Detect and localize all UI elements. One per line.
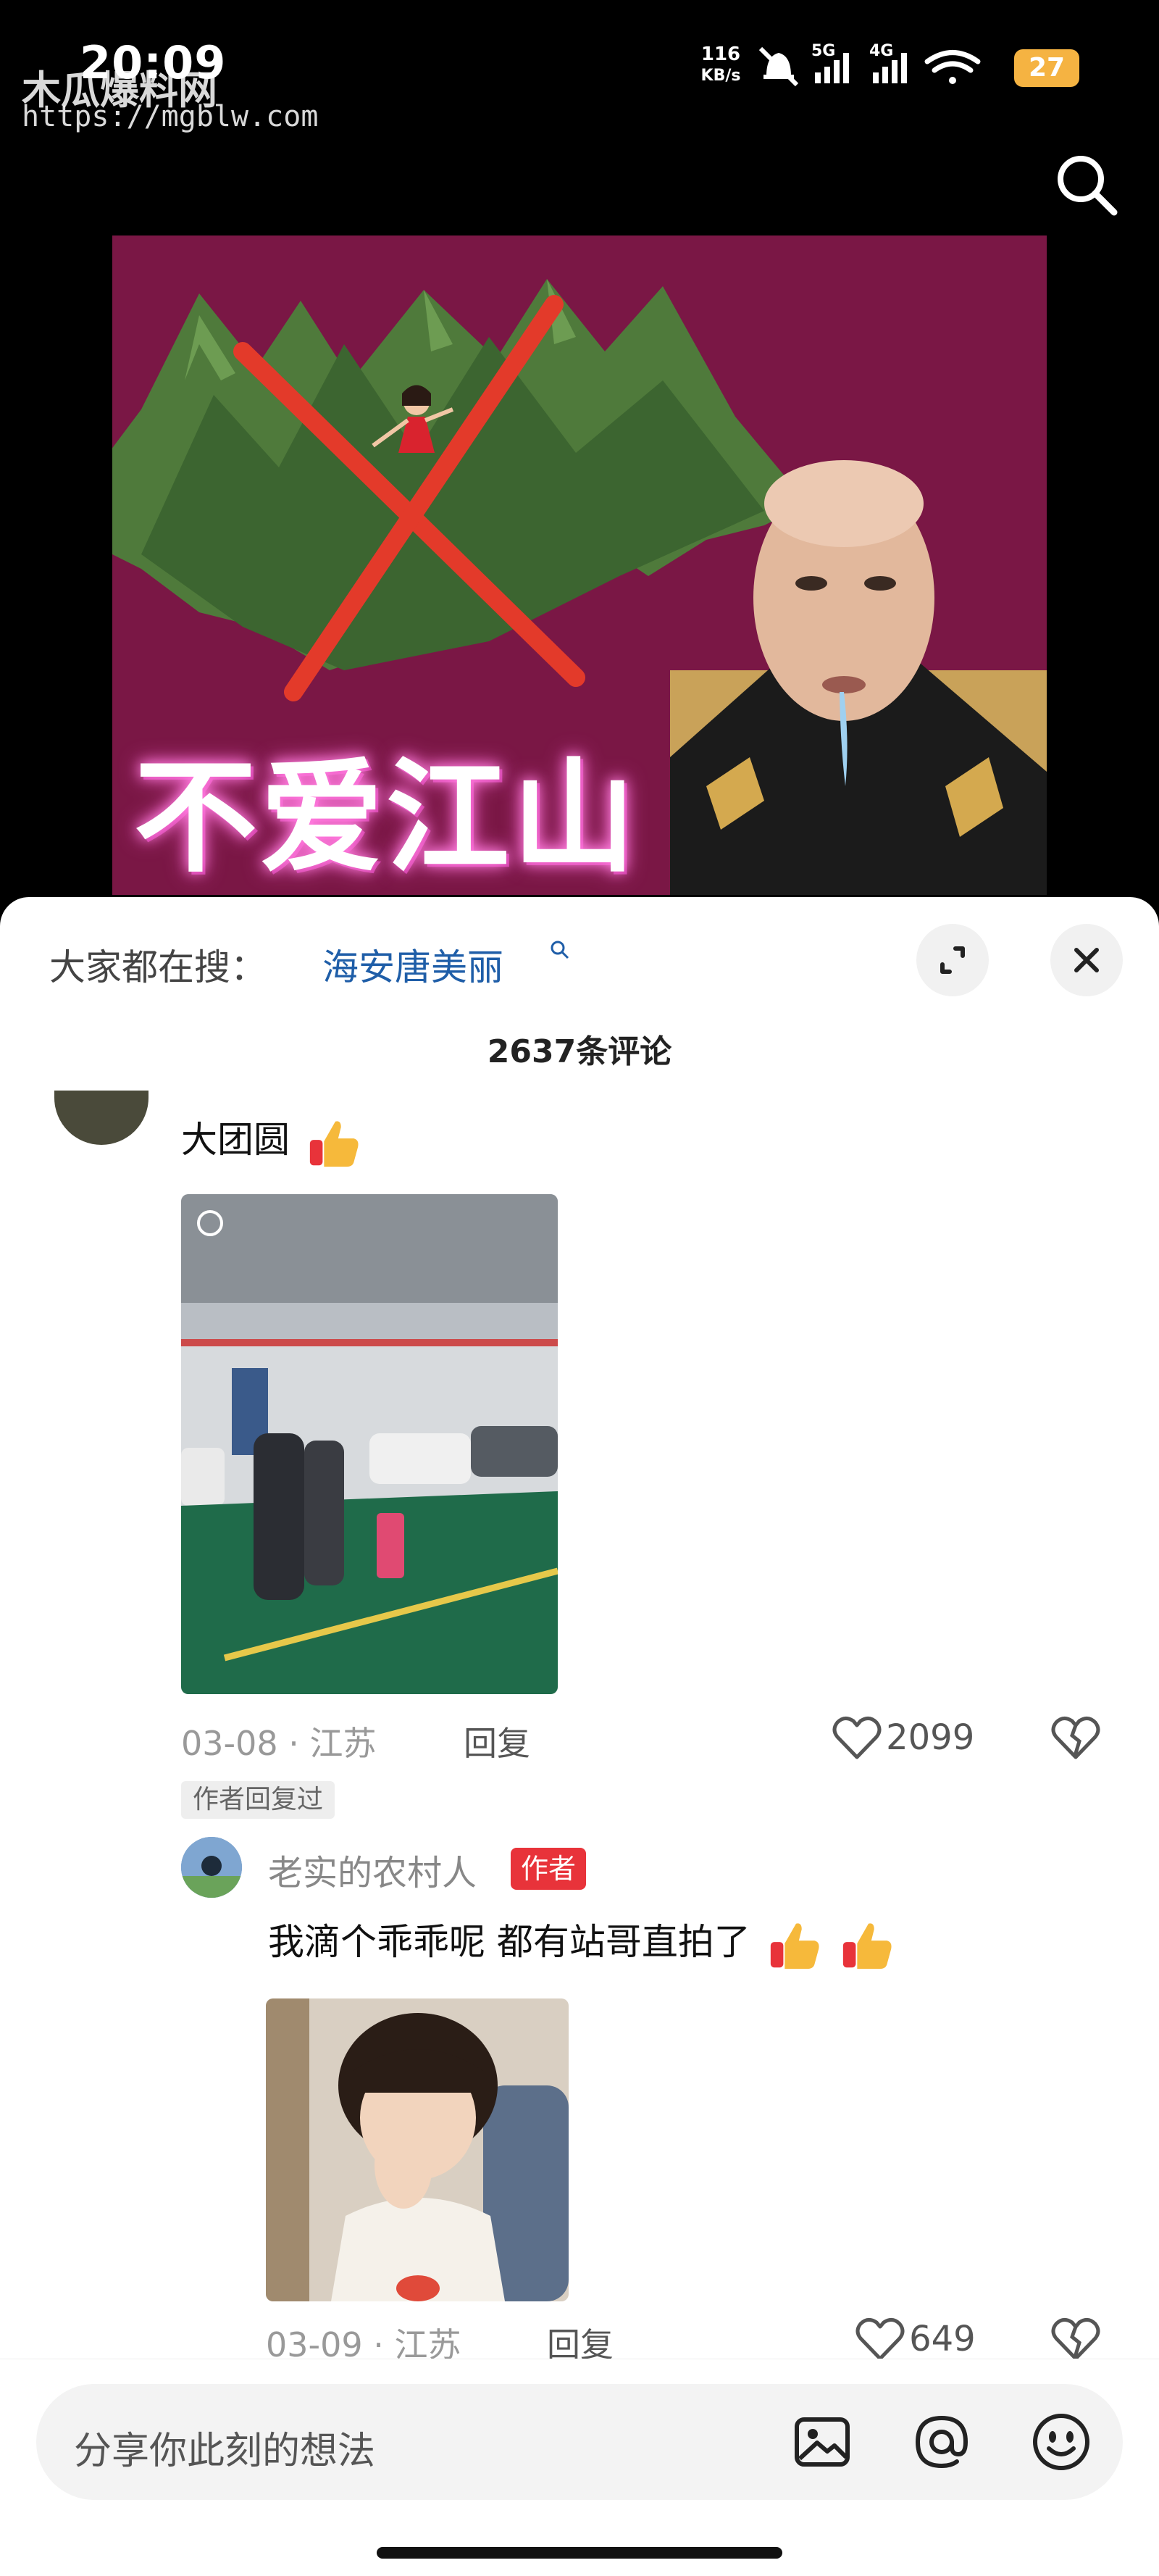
expand-button[interactable] xyxy=(916,924,989,996)
thumbs-up-emoji-icon xyxy=(770,1922,819,1969)
svg-text:5G: 5G xyxy=(811,42,835,60)
author-replied-badge: 作者回复过 xyxy=(181,1781,335,1819)
mute-bell-icon xyxy=(758,46,799,87)
heart-icon xyxy=(855,2318,905,2361)
video-overlay-caption: 不爱江山 xyxy=(134,746,639,890)
home-indicator[interactable] xyxy=(377,2547,782,2559)
reply-username[interactable]: 老实的农村人 xyxy=(268,1844,477,1895)
signal-5g-icon: 5G xyxy=(811,42,849,83)
svg-text:4G: 4G xyxy=(869,42,893,60)
reply-like-button[interactable]: 649 xyxy=(855,2315,976,2363)
broken-heart-icon[interactable] xyxy=(1050,2315,1101,2363)
close-button[interactable] xyxy=(1050,924,1123,996)
battery-indicator: 27 xyxy=(1014,49,1079,87)
comment-reply-button[interactable]: 回复 xyxy=(464,1717,530,1765)
search-icon[interactable] xyxy=(1050,149,1123,221)
reply-avatar[interactable] xyxy=(181,1837,242,1898)
status-icons: 5G 4G xyxy=(758,42,981,87)
reply-like-count: 649 xyxy=(909,2319,976,2359)
comment-meta: 03-08 · 江苏 xyxy=(181,1724,377,1763)
network-speed: 116 KB/s xyxy=(700,43,741,85)
expand-icon xyxy=(940,946,965,974)
heart-icon xyxy=(832,1717,882,1759)
wifi-icon xyxy=(924,50,981,84)
avatar xyxy=(181,1837,242,1898)
trending-search-label: 大家都在搜： xyxy=(49,946,267,988)
comment-like-button[interactable]: 2099 xyxy=(832,1714,974,1762)
emoji-icon[interactable] xyxy=(1029,2409,1094,2475)
watermark-url: https://mgblw.com xyxy=(22,100,319,133)
broken-heart-icon[interactable] xyxy=(1050,1714,1101,1762)
author-tag: 作者 xyxy=(511,1848,587,1890)
comment-like-count: 2099 xyxy=(886,1717,975,1758)
signal-4g-icon: 4G xyxy=(869,42,907,83)
comment-image[interactable] xyxy=(181,1194,558,1694)
parking-garage-photo xyxy=(181,1194,558,1694)
thumbs-up-emoji-icon xyxy=(309,1120,359,1167)
reply-image[interactable] xyxy=(266,1998,569,2301)
trending-search-term[interactable]: 海安唐美丽 xyxy=(322,938,503,991)
comment-input-placeholder: 分享你此刻的想法 xyxy=(74,2430,376,2473)
close-icon xyxy=(1074,948,1099,972)
image-icon[interactable] xyxy=(790,2409,855,2475)
reply-text: 我滴个乖乖呢 都有站哥直拍了 xyxy=(268,1913,895,1973)
comment-text: 大团圆 xyxy=(181,1111,362,1171)
child-photo xyxy=(266,1998,569,2301)
trending-search-icon xyxy=(551,941,569,959)
at-icon[interactable] xyxy=(909,2409,974,2475)
thumbs-up-emoji-icon xyxy=(842,1922,892,1969)
comment-count: 2637条评论 xyxy=(487,1033,672,1070)
